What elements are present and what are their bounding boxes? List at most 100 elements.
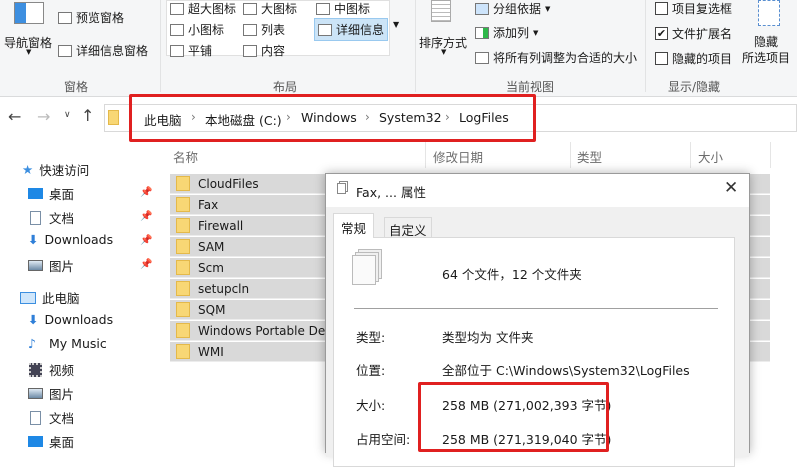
preview-pane-button[interactable]: 预览窗格 bbox=[58, 9, 124, 26]
layout-scroll-down-icon[interactable]: ▼ bbox=[393, 20, 399, 29]
fit-columns-button[interactable]: 将所有列调整为合适的大小 bbox=[475, 49, 637, 66]
label: Downloads bbox=[44, 232, 114, 247]
label: 隐藏 bbox=[754, 35, 779, 49]
pictures-icon bbox=[28, 388, 43, 399]
label: 详细信息 bbox=[336, 23, 385, 37]
sidebar-item-pictures[interactable]: 图片 bbox=[28, 256, 74, 275]
sidebar-item-videos[interactable]: 视频 bbox=[28, 360, 74, 379]
layout-extra-large-icons[interactable]: 超大图标 bbox=[170, 0, 236, 17]
file-name: SAM bbox=[198, 239, 225, 254]
label: 预览窗格 bbox=[76, 11, 125, 25]
column-header-size[interactable]: 大小 bbox=[698, 147, 723, 166]
hidden-items-toggle[interactable]: 隐藏的项目 bbox=[655, 50, 732, 67]
layout-details[interactable]: 详细信息 bbox=[314, 18, 389, 41]
sidebar-item-pc-documents[interactable]: 文档 bbox=[28, 408, 74, 427]
back-button[interactable]: ← bbox=[8, 107, 21, 126]
checkbox[interactable] bbox=[655, 52, 668, 65]
star-icon: ★ bbox=[22, 162, 34, 177]
pin-icon[interactable]: 📌 bbox=[140, 259, 152, 270]
list-icon bbox=[243, 23, 257, 36]
sidebar-item-downloads[interactable]: ⬇ Downloads bbox=[28, 232, 113, 247]
label: 所选项目 bbox=[742, 51, 791, 65]
folder-icon bbox=[176, 302, 190, 317]
sort-by-button[interactable]: 排序方式 ▼ bbox=[419, 0, 469, 60]
extra-large-icons-icon bbox=[170, 2, 184, 15]
label: 分组依据 bbox=[493, 2, 542, 16]
checkbox-checked[interactable]: ✔ bbox=[655, 27, 668, 40]
up-button[interactable]: ↑ bbox=[81, 106, 94, 125]
layout-content[interactable]: 内容 bbox=[243, 42, 285, 59]
folder-icon bbox=[176, 239, 190, 254]
hide-selected-button[interactable]: 隐藏 所选项目 bbox=[742, 0, 797, 65]
tab-customize[interactable]: 自定义 bbox=[384, 217, 432, 238]
pictures-icon bbox=[28, 260, 43, 271]
checkbox[interactable] bbox=[655, 2, 668, 15]
layout-list[interactable]: 列表 bbox=[243, 21, 285, 38]
forward-button[interactable]: → bbox=[37, 107, 50, 126]
layout-tiles[interactable]: 平铺 bbox=[170, 42, 212, 59]
label: My Music bbox=[49, 336, 107, 351]
sidebar-item-pc-desktop[interactable]: 桌面 bbox=[28, 432, 74, 451]
group-label-layout: 布局 bbox=[273, 80, 298, 94]
close-icon[interactable]: ✕ bbox=[724, 178, 738, 198]
download-icon: ⬇ bbox=[28, 232, 39, 247]
pin-icon[interactable]: 📌 bbox=[140, 235, 152, 246]
label: 大图标 bbox=[261, 2, 298, 16]
pin-icon[interactable]: 📌 bbox=[140, 211, 152, 222]
nav-pane-button[interactable]: 导航窗格 ▼ bbox=[4, 2, 54, 62]
dialog-title: Fax, ... 属性 bbox=[356, 185, 426, 200]
label: 中图标 bbox=[334, 2, 371, 16]
group-label-pane: 窗格 bbox=[64, 80, 89, 94]
label: 快速访问 bbox=[39, 163, 90, 178]
file-extensions-toggle[interactable]: ✔ 文件扩展名 bbox=[655, 25, 732, 42]
sidebar-item-music[interactable]: ♪ My Music bbox=[28, 336, 107, 351]
tab-general[interactable]: 常规 bbox=[333, 213, 375, 238]
item-checkboxes-toggle[interactable]: 项目复选框 bbox=[655, 0, 732, 17]
group-label-show-hide: 显示/隐藏 bbox=[668, 80, 721, 94]
layout-large-icons[interactable]: 大图标 bbox=[243, 0, 297, 17]
label: 列表 bbox=[261, 23, 286, 37]
label: 图片 bbox=[49, 259, 75, 274]
preview-pane-icon bbox=[58, 11, 72, 24]
sidebar-this-pc[interactable]: 此电脑 bbox=[20, 288, 80, 307]
label: 视频 bbox=[49, 363, 75, 378]
folder-icon bbox=[176, 197, 190, 212]
group-by-icon bbox=[475, 2, 489, 15]
column-header-modified[interactable]: 修改日期 bbox=[433, 147, 483, 166]
sidebar-item-pc-pictures[interactable]: 图片 bbox=[28, 384, 74, 403]
selection-summary: 64 个文件，12 个文件夹 bbox=[442, 267, 582, 282]
file-name: WMI bbox=[198, 344, 224, 359]
details-pane-button[interactable]: 详细信息窗格 bbox=[58, 42, 148, 59]
file-name: SQM bbox=[198, 302, 226, 317]
properties-icon bbox=[337, 183, 346, 194]
folder-icon bbox=[176, 176, 190, 191]
layout-small-icons[interactable]: 小图标 bbox=[170, 21, 224, 38]
content-icon bbox=[243, 44, 257, 57]
hide-selected-icon bbox=[758, 0, 780, 26]
desktop-icon bbox=[28, 436, 43, 447]
details-pane-icon bbox=[58, 44, 72, 57]
layout-medium-icons[interactable]: 中图标 bbox=[316, 0, 370, 17]
type-label: 类型: bbox=[356, 330, 386, 345]
label: 文件扩展名 bbox=[672, 27, 733, 41]
sidebar-item-pc-downloads[interactable]: ⬇ Downloads bbox=[28, 312, 113, 327]
type-value: 类型均为 文件夹 bbox=[442, 330, 534, 345]
folder-icon bbox=[176, 281, 190, 296]
location-value: 全部位于 C:\Windows\System32\LogFiles bbox=[442, 363, 690, 378]
label: 桌面 bbox=[49, 435, 75, 450]
recent-dropdown[interactable]: ∨ bbox=[64, 110, 71, 120]
column-header-name[interactable]: 名称 bbox=[173, 147, 198, 166]
label: 将所有列调整为合适的大小 bbox=[493, 51, 638, 65]
label: 文档 bbox=[49, 411, 75, 426]
sidebar-quick-access[interactable]: ★ 快速访问 bbox=[22, 160, 89, 179]
folder-icon bbox=[176, 323, 190, 338]
sidebar-item-desktop[interactable]: 桌面 bbox=[28, 184, 74, 203]
label: 平铺 bbox=[188, 44, 213, 58]
sidebar-item-documents[interactable]: 文档 bbox=[28, 208, 74, 227]
group-by-button[interactable]: 分组依据 ▼ bbox=[475, 0, 550, 17]
pin-icon[interactable]: 📌 bbox=[140, 187, 152, 198]
column-header-type[interactable]: 类型 bbox=[577, 147, 602, 166]
add-column-button[interactable]: 添加列 ▼ bbox=[475, 24, 538, 41]
folder-icon bbox=[176, 260, 190, 275]
large-icons-icon bbox=[243, 2, 257, 15]
